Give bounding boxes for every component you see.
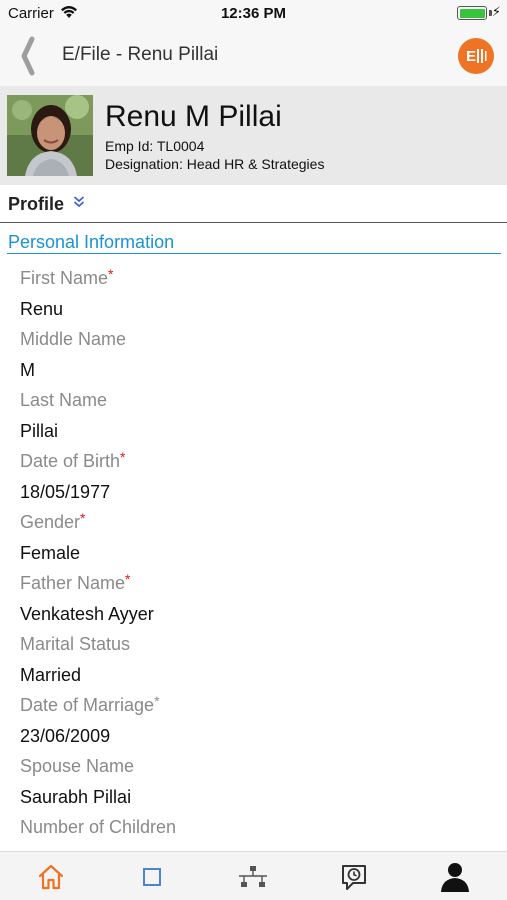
- bolt-icon: ⚡: [491, 4, 501, 19]
- tab-timesheet[interactable]: [303, 852, 404, 900]
- required-marker: *: [80, 510, 86, 526]
- tab-bar: [0, 851, 507, 900]
- field-label-date-of-marriage: Date of Marriage*: [20, 693, 160, 715]
- double-chevron-down-icon: [73, 196, 85, 208]
- profile-section-toggle[interactable]: Profile: [0, 185, 507, 223]
- employee-designation: Designation: Head HR & Strategies: [105, 156, 325, 172]
- status-bar: Carrier 12:36 PM ⚡: [0, 0, 507, 26]
- chevron-left-icon: [21, 36, 35, 76]
- battery-icon: [457, 6, 487, 20]
- square-icon: [142, 867, 161, 886]
- section-divider: [7, 253, 501, 254]
- tab-profile[interactable]: [404, 852, 505, 900]
- org-chart-icon: [238, 865, 267, 887]
- clock: 12:36 PM: [220, 5, 287, 22]
- required-marker: *: [154, 693, 160, 709]
- employee-name: Renu M Pillai: [105, 100, 282, 133]
- field-label-number-of-children: Number of Children: [20, 817, 177, 837]
- field-label-last-name: Last Name: [20, 390, 108, 410]
- avatar: [7, 95, 93, 176]
- field-value-middle-name: M: [20, 359, 35, 380]
- field-label-date-of-birth: Date of Birth*: [20, 449, 126, 471]
- field-value-first-name: Renu: [20, 298, 64, 319]
- field-label-father-name: Father Name*: [20, 571, 131, 593]
- personal-info-fields: First Name* Renu Middle Name M Last Name…: [20, 263, 500, 843]
- tab-square[interactable]: [101, 852, 202, 900]
- employee-id: Emp Id: TL0004: [105, 138, 205, 154]
- required-marker: *: [120, 449, 126, 465]
- field-value-date-of-marriage: 23/06/2009: [20, 725, 111, 746]
- profile-label: Profile: [8, 194, 65, 214]
- svg-text:E: E: [466, 48, 476, 65]
- field-value-father-name: Venkatesh Ayyer: [20, 603, 154, 624]
- required-marker: *: [108, 266, 114, 282]
- tab-home[interactable]: [0, 852, 101, 900]
- field-value-marital-status: Married: [20, 664, 82, 685]
- tab-organization[interactable]: [202, 852, 303, 900]
- field-label-marital-status: Marital Status: [20, 634, 131, 654]
- section-title: Personal Information: [8, 232, 175, 252]
- field-label-first-name: First Name*: [20, 266, 114, 288]
- employee-header: Renu M Pillai Emp Id: TL0004 Designation…: [0, 86, 507, 185]
- field-label-gender: Gender*: [20, 510, 86, 532]
- ess-action-button[interactable]: E: [458, 38, 494, 74]
- field-label-middle-name: Middle Name: [20, 329, 127, 349]
- home-icon: [38, 864, 63, 889]
- required-marker: *: [125, 571, 131, 587]
- timesheet-icon: [341, 864, 366, 890]
- field-value-date-of-birth: 18/05/1977: [20, 481, 111, 502]
- field-value-gender: Female: [20, 542, 81, 563]
- back-button[interactable]: [14, 36, 50, 76]
- ess-logo-icon: E: [466, 48, 487, 65]
- user-icon: [440, 862, 469, 892]
- field-value-last-name: Pillai: [20, 420, 59, 441]
- field-value-spouse-name: Saurabh Pillai: [20, 786, 132, 807]
- navigation-bar: E/File - Renu Pillai E: [0, 26, 507, 86]
- page-title: E/File - Renu Pillai: [62, 44, 219, 65]
- field-label-spouse-name: Spouse Name: [20, 756, 135, 776]
